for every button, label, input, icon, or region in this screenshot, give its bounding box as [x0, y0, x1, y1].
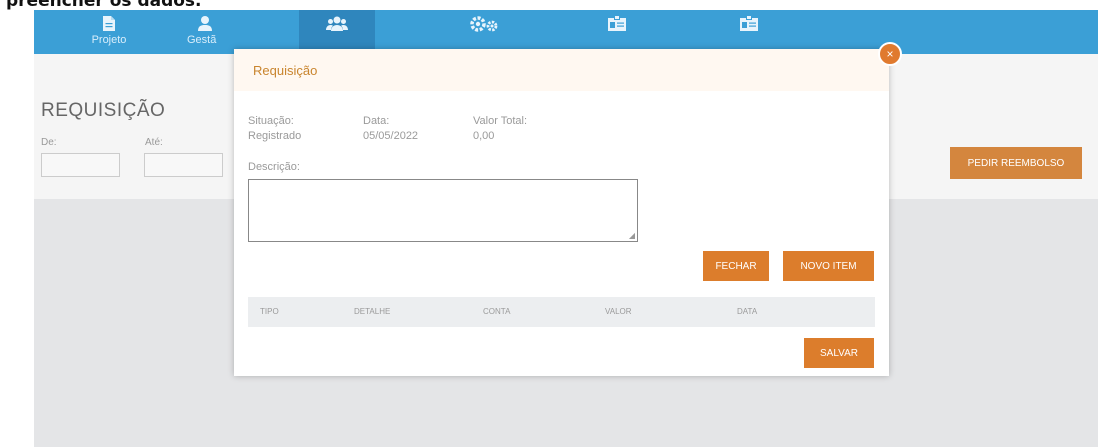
request-reimbursement-button[interactable]: PEDIR REEMBOLSO: [950, 147, 1082, 179]
nav-item-gestao[interactable]: Gestã: [187, 10, 247, 54]
save-button[interactable]: SALVAR: [804, 338, 874, 368]
nav-item-configuracoes[interactable]: [444, 10, 524, 54]
nav-item-projeto[interactable]: Projeto: [69, 10, 149, 54]
resize-handle-icon[interactable]: ◢: [629, 231, 635, 240]
nav-item-cartao-2[interactable]: [709, 10, 789, 54]
close-icon[interactable]: ×: [878, 42, 902, 66]
to-date-label: Até:: [145, 137, 163, 148]
nav-label-gestao: Gestã: [187, 34, 217, 46]
date-label: Data:: [363, 115, 390, 127]
top-navigation: Projeto Gestã: [34, 10, 1098, 54]
from-date-input[interactable]: [41, 153, 120, 177]
close-modal-button[interactable]: FECHAR: [703, 251, 769, 281]
document-icon: [103, 16, 115, 31]
total-value-label: Valor Total:: [473, 115, 528, 127]
date-value: 05/05/2022: [363, 130, 419, 142]
description-textarea[interactable]: ◢: [248, 179, 638, 242]
nav-label-projeto: Projeto: [91, 34, 127, 46]
modal-title: Requisição: [253, 63, 318, 78]
column-header-valor: VALOR: [605, 307, 632, 316]
items-table-header: TIPO DETALHE CONTA VALOR DATA: [248, 297, 875, 327]
status-value: Registrado: [248, 130, 302, 142]
description-label: Descrição:: [248, 161, 300, 173]
column-header-tipo: TIPO: [260, 307, 279, 316]
column-header-conta: CONTA: [483, 307, 511, 316]
from-date-label: De:: [41, 137, 57, 148]
modal-header: Requisição: [234, 49, 889, 91]
total-value: 0,00: [473, 130, 495, 142]
to-date-input[interactable]: [144, 153, 223, 177]
nav-item-cartao-1[interactable]: [577, 10, 657, 54]
id-card-icon: [608, 15, 626, 31]
group-icon: [326, 16, 348, 31]
requisition-modal: Requisição Situação: Registrado Data: 05…: [234, 49, 889, 376]
page-title: REQUISIÇÃO: [41, 100, 166, 121]
column-header-detalhe: DETALHE: [354, 307, 391, 316]
user-icon: [198, 16, 212, 31]
status-label: Situação:: [248, 115, 294, 127]
new-item-button[interactable]: NOVO ITEM: [783, 251, 874, 281]
column-header-data: DATA: [737, 307, 758, 316]
nav-item-grupos[interactable]: [299, 10, 375, 54]
gears-icon: [470, 16, 498, 32]
id-card-icon: [740, 15, 758, 31]
